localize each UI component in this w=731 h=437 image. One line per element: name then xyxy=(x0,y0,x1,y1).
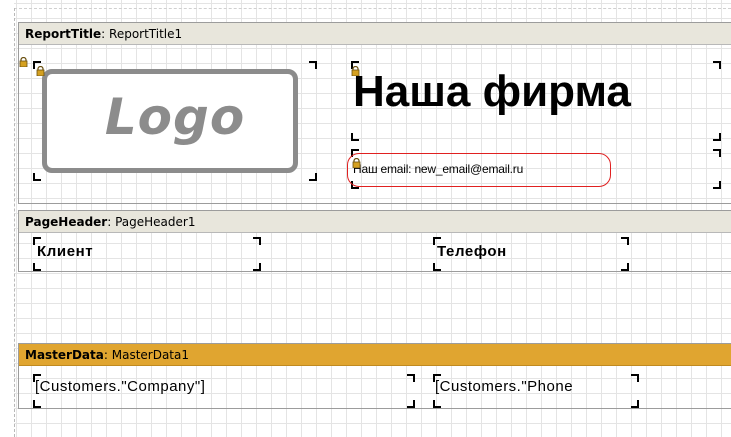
lock-icon xyxy=(351,66,360,76)
band-separator: : xyxy=(103,348,112,362)
company-field-label: [Customers."Company"] xyxy=(35,378,206,395)
lock-icon xyxy=(352,158,361,168)
band-type-label: MasterData xyxy=(25,348,104,362)
left-margin-line xyxy=(14,8,15,437)
lock-icon xyxy=(36,66,45,76)
page-header-band[interactable]: PageHeader: PageHeader1 Клиент Телефон xyxy=(18,210,731,272)
lock-icon xyxy=(19,57,28,67)
client-header-text[interactable]: Клиент xyxy=(33,237,261,271)
phone-field-text[interactable]: [Customers."Phone xyxy=(433,374,639,408)
client-header-label: Клиент xyxy=(37,243,94,260)
report-title-band-header[interactable]: ReportTitle: ReportTitle1 xyxy=(19,23,731,45)
page-header-band-header[interactable]: PageHeader: PageHeader1 xyxy=(19,211,731,233)
master-data-band[interactable]: MasterData: MasterData1 [Customers."Comp… xyxy=(18,343,731,409)
email-label: Наш email: new_email@email.ru xyxy=(353,162,524,176)
report-title-band[interactable]: ReportTitle: ReportTitle1 Logo Наша фирм… xyxy=(18,22,731,204)
top-margin-line xyxy=(14,8,731,9)
master-data-band-header[interactable]: MasterData: MasterData1 xyxy=(19,344,731,366)
company-name-label: Наша фирма xyxy=(353,67,631,116)
band-name-label: ReportTitle1 xyxy=(109,27,183,41)
phone-header-text[interactable]: Телефон xyxy=(433,237,629,271)
logo-text: Logo xyxy=(104,88,246,146)
phone-header-label: Телефон xyxy=(437,243,507,260)
band-type-label: PageHeader xyxy=(25,215,108,229)
phone-field-label: [Customers."Phone xyxy=(435,378,574,395)
band-type-label: ReportTitle xyxy=(25,27,102,41)
band-separator: : xyxy=(107,215,116,229)
band-separator: : xyxy=(101,27,110,41)
company-name-text[interactable]: Наша фирма xyxy=(351,61,721,141)
email-text[interactable]: Наш email: new_email@email.ru xyxy=(347,149,721,189)
company-field-text[interactable]: [Customers."Company"] xyxy=(33,374,415,408)
band-name-label: PageHeader1 xyxy=(115,215,196,229)
band-name-label: MasterData1 xyxy=(111,348,190,362)
logo-picture[interactable]: Logo xyxy=(33,61,317,181)
